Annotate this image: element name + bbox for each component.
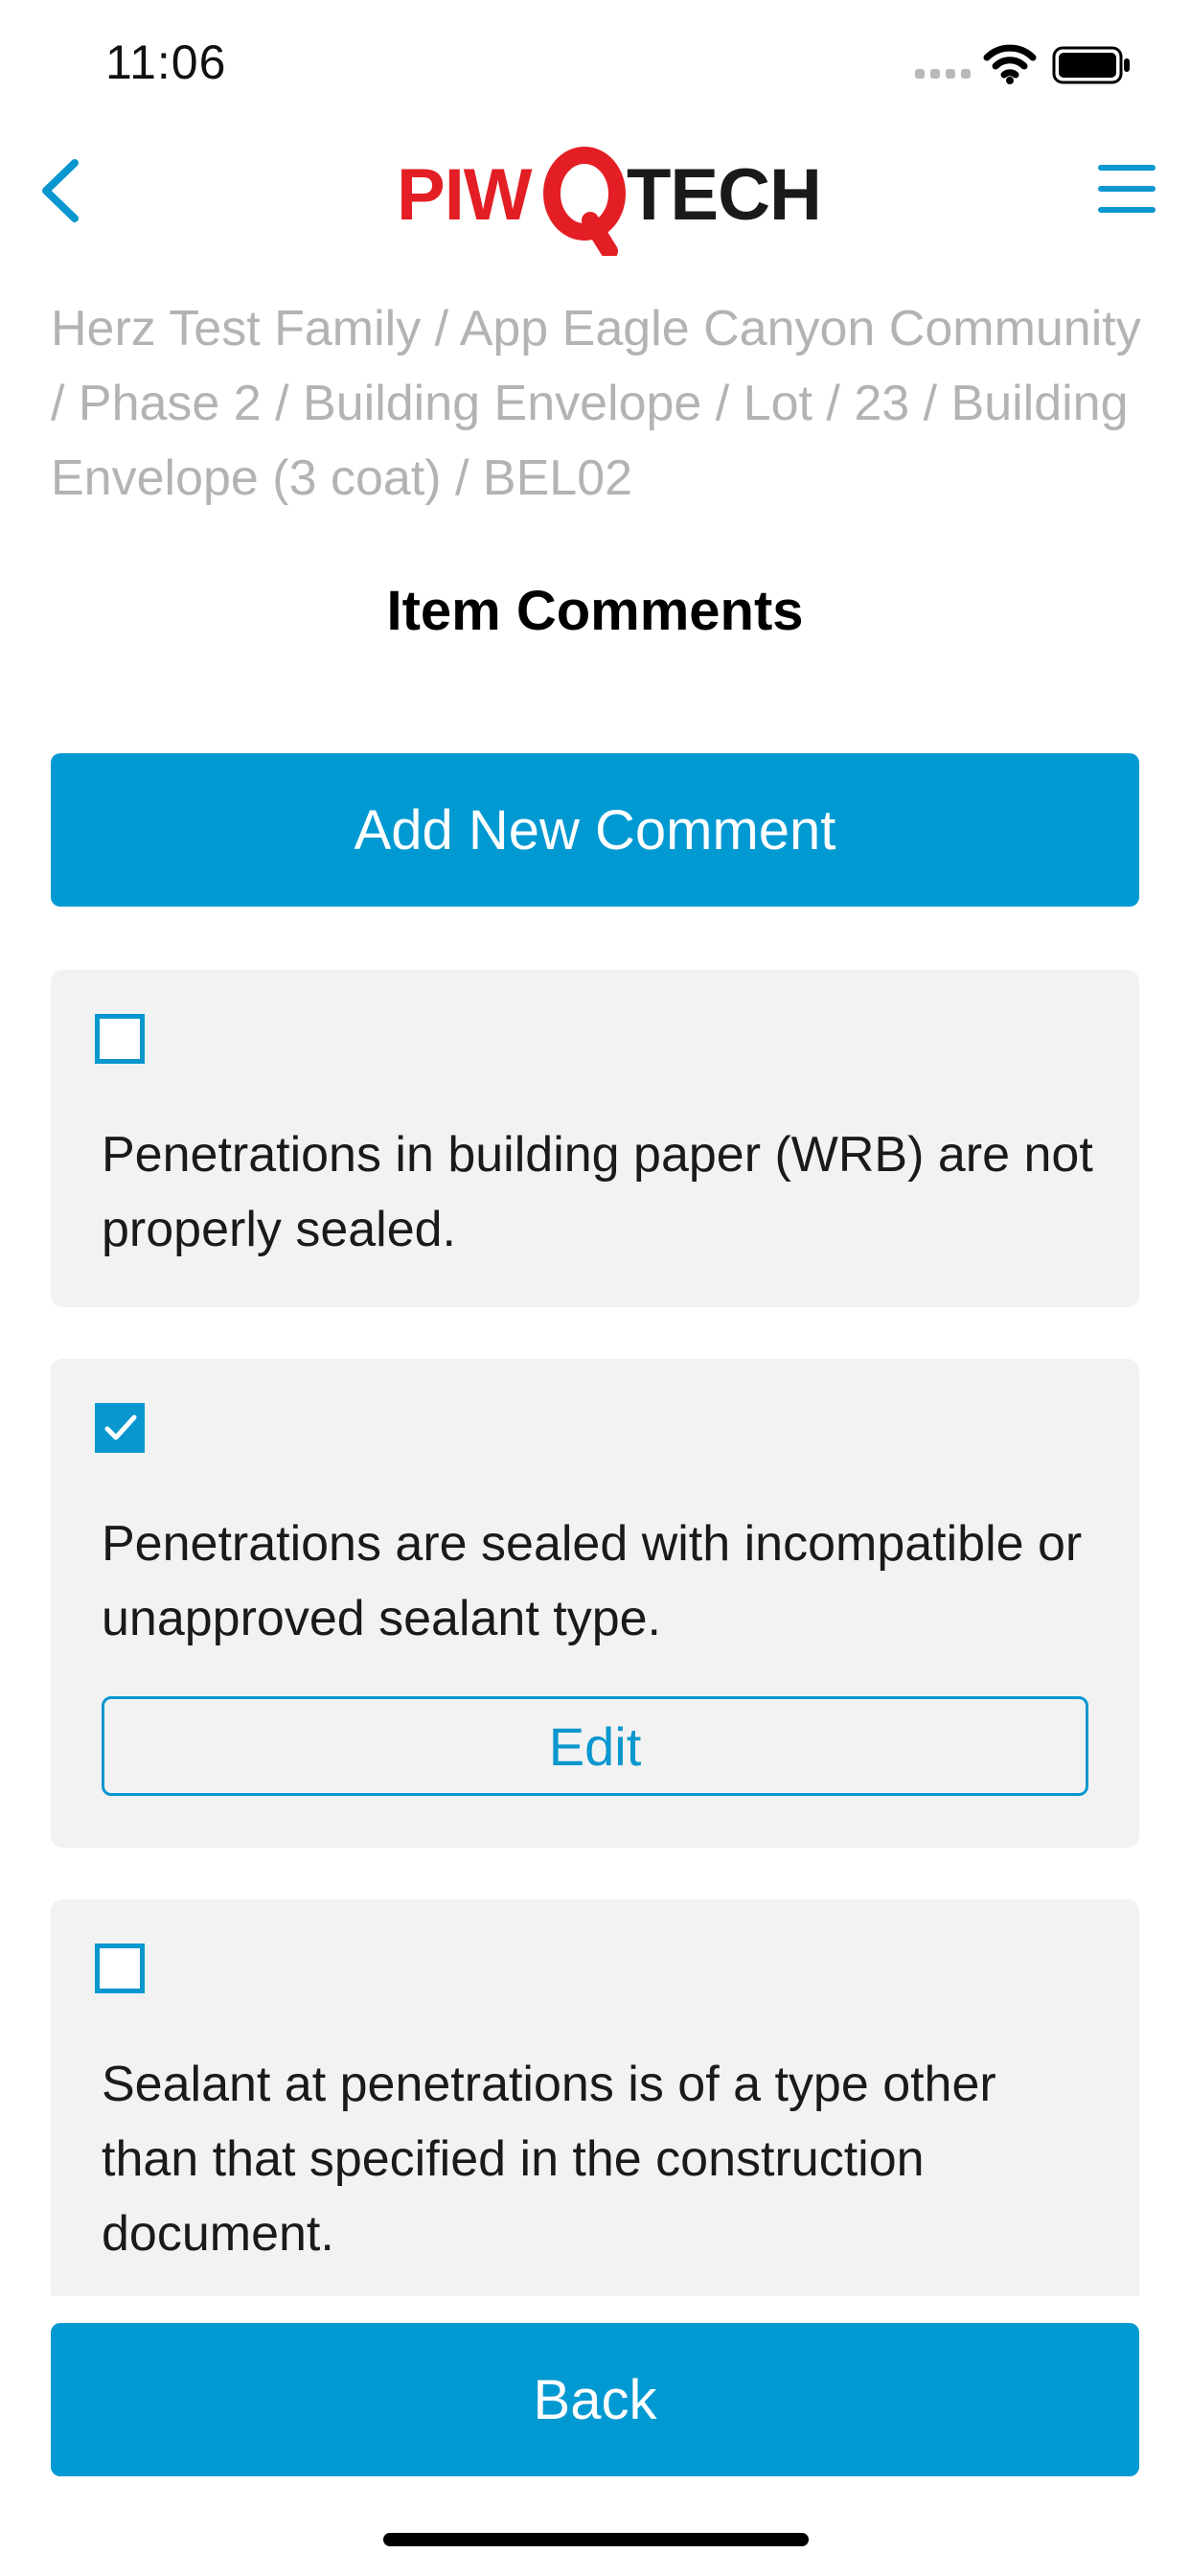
comment-text: Penetrations are sealed with incompatibl… bbox=[102, 1516, 1083, 1646]
cellular-signal-icon bbox=[915, 67, 973, 79]
comment-checkbox[interactable] bbox=[95, 1403, 145, 1453]
wifi-icon bbox=[983, 44, 1037, 84]
comment-checkbox[interactable] bbox=[95, 1944, 145, 1993]
piwqtech-logo: PIW TECH bbox=[397, 146, 822, 261]
battery-icon bbox=[1052, 46, 1133, 84]
breadcrumb: Herz Test Family / App Eagle Canyon Comm… bbox=[51, 301, 1141, 506]
add-new-comment-button[interactable]: Add New Comment bbox=[51, 753, 1139, 907]
comment-checkbox[interactable] bbox=[95, 1014, 145, 1064]
home-indicator bbox=[383, 2533, 809, 2546]
status-time: 11:06 bbox=[105, 35, 227, 89]
hamburger-menu-icon[interactable] bbox=[1098, 165, 1156, 215]
logo-q-icon bbox=[540, 146, 636, 260]
comment-list[interactable]: Penetrations in building paper (WRB) are… bbox=[51, 970, 1139, 2296]
back-button[interactable]: Back bbox=[51, 2323, 1139, 2476]
comment-text: Penetrations in building paper (WRB) are… bbox=[102, 1127, 1093, 1257]
comment-text: Sealant at penetrations is of a type oth… bbox=[102, 2057, 996, 2262]
logo-text-right: TECH bbox=[627, 154, 822, 236]
comment-card: Sealant at penetrations is of a type oth… bbox=[51, 1899, 1139, 2296]
checkmark-icon bbox=[104, 1414, 137, 1440]
logo-text-left: PIW bbox=[397, 154, 533, 236]
back-chevron-icon[interactable] bbox=[36, 157, 84, 224]
edit-comment-button[interactable]: Edit bbox=[102, 1696, 1088, 1796]
comment-card: Penetrations in building paper (WRB) are… bbox=[51, 970, 1139, 1307]
page-title: Item Comments bbox=[386, 580, 804, 642]
comment-card: Penetrations are sealed with incompatibl… bbox=[51, 1359, 1139, 1848]
